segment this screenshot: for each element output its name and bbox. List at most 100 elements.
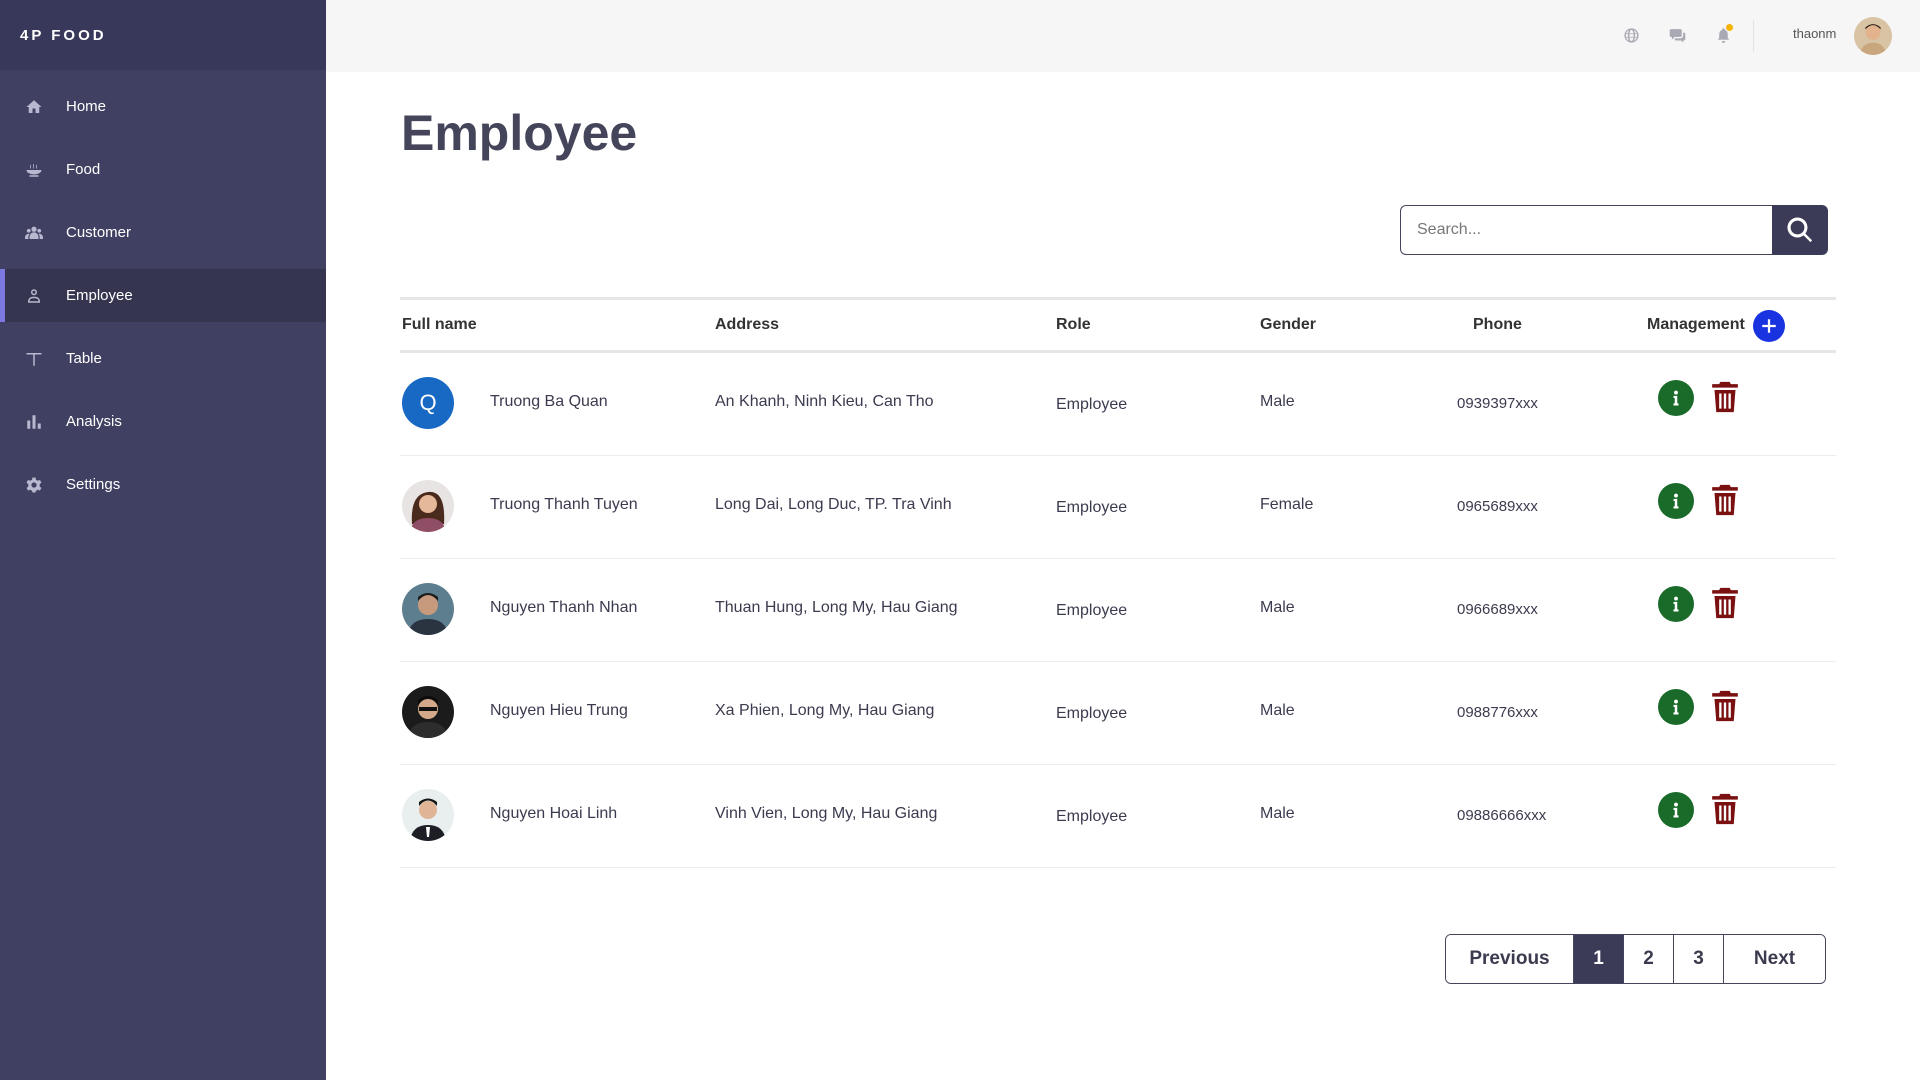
info-button[interactable]	[1658, 380, 1694, 416]
trash-icon	[1712, 484, 1738, 516]
table-row: Nguyen Hieu Trung Xa Phien, Long My, Hau…	[400, 662, 1836, 765]
topbar-divider	[1753, 20, 1754, 52]
employee-phone: 0966689xxx	[1457, 601, 1538, 618]
employee-gender: Male	[1260, 599, 1295, 616]
employee-gender: Male	[1260, 702, 1295, 719]
sidebar-item-food[interactable]: Food	[0, 143, 326, 196]
employee-name: Truong Thanh Tuyen	[490, 496, 638, 513]
delete-button[interactable]	[1710, 482, 1740, 518]
employee-phone: 09886666xxx	[1457, 807, 1547, 824]
plus-icon	[1762, 319, 1776, 333]
user-avatar[interactable]	[1854, 17, 1892, 55]
chat-icon[interactable]	[1666, 24, 1688, 46]
delete-button[interactable]	[1710, 688, 1740, 724]
employee-address: Long Dai, Long Duc, TP. Tra Vinh	[715, 496, 952, 513]
search-bar	[1400, 205, 1828, 255]
avatar	[402, 480, 454, 532]
sidebar: 4P FOOD Home Food Customer Employee Tabl…	[0, 0, 326, 1080]
employee-gender: Female	[1260, 496, 1314, 513]
bowl-icon	[24, 160, 44, 180]
table-row: Truong Thanh Tuyen Long Dai, Long Duc, T…	[400, 456, 1836, 559]
page-button-1[interactable]: 1	[1574, 935, 1624, 983]
notification-dot	[1726, 24, 1733, 31]
employee-phone: 0988776xxx	[1457, 704, 1538, 721]
trash-icon	[1712, 690, 1738, 722]
employee-phone: 0965689xxx	[1457, 498, 1538, 515]
search-button[interactable]	[1772, 205, 1828, 255]
employee-table: Full name Address Role Gender Phone Mana…	[400, 297, 1836, 868]
info-button[interactable]	[1658, 483, 1694, 519]
brand-logo[interactable]: 4P FOOD	[0, 0, 326, 70]
sidebar-item-home[interactable]: Home	[0, 80, 326, 133]
employee-gender: Male	[1260, 393, 1295, 410]
header-phone: Phone	[1473, 316, 1522, 333]
bar-chart-icon	[24, 412, 44, 432]
info-icon	[1673, 802, 1679, 818]
header-gender: Gender	[1260, 316, 1317, 333]
employee-address: Vinh Vien, Long My, Hau Giang	[715, 805, 938, 822]
sidebar-item-label: Table	[66, 350, 102, 367]
info-icon	[1673, 596, 1679, 612]
sidebar-item-label: Home	[66, 98, 107, 115]
info-button[interactable]	[1658, 689, 1694, 725]
trash-icon	[1712, 381, 1738, 413]
employee-phone: 0939397xxx	[1457, 395, 1538, 412]
page-button-3[interactable]: 3	[1674, 935, 1724, 983]
sidebar-item-analysis[interactable]: Analysis	[0, 395, 326, 448]
sidebar-nav: Home Food Customer Employee Table Analys…	[0, 80, 326, 511]
employee-address: Thuan Hung, Long My, Hau Giang	[715, 599, 958, 616]
delete-button[interactable]	[1710, 791, 1740, 827]
employee-name: Truong Ba Quan	[490, 393, 608, 410]
search-icon	[1787, 217, 1813, 243]
next-page-button[interactable]: Next	[1724, 935, 1825, 983]
gear-icon	[24, 475, 44, 495]
table-icon	[24, 349, 44, 369]
employee-role: Employee	[1056, 602, 1128, 619]
bell-icon[interactable]	[1712, 24, 1734, 46]
table-row: Nguyen Thanh Nhan Thuan Hung, Long My, H…	[400, 559, 1836, 662]
employee-address: An Khanh, Ninh Kieu, Can Tho	[715, 393, 934, 410]
sidebar-item-label: Analysis	[66, 413, 122, 430]
employee-name: Nguyen Hoai Linh	[490, 805, 618, 822]
employee-role: Employee	[1056, 705, 1128, 722]
page-button-2[interactable]: 2	[1624, 935, 1674, 983]
header-role: Role	[1056, 316, 1091, 333]
delete-button[interactable]	[1710, 379, 1740, 415]
trash-icon	[1712, 793, 1738, 825]
table-row: Nguyen Hoai Linh Vinh Vien, Long My, Hau…	[400, 765, 1836, 868]
info-button[interactable]	[1658, 792, 1694, 828]
sidebar-item-customer[interactable]: Customer	[0, 206, 326, 259]
header-management: Management	[1647, 316, 1745, 333]
header-address: Address	[715, 316, 780, 333]
avatar	[402, 789, 454, 841]
user-icon	[24, 286, 44, 306]
topbar: thaonm	[326, 0, 1920, 72]
sidebar-item-label: Customer	[66, 224, 132, 241]
header-fullname: Full name	[402, 316, 477, 333]
table-row: Q Truong Ba Quan An Khanh, Ninh Kieu, Ca…	[400, 353, 1836, 456]
avatar: Q	[402, 377, 454, 429]
sidebar-item-label: Employee	[66, 287, 133, 304]
page-title: Employee	[401, 105, 638, 161]
previous-page-button[interactable]: Previous	[1446, 935, 1574, 983]
employee-role: Employee	[1056, 396, 1128, 413]
users-icon	[24, 223, 44, 243]
globe-icon[interactable]	[1620, 24, 1642, 46]
add-employee-button[interactable]	[1753, 310, 1785, 342]
employee-gender: Male	[1260, 805, 1295, 822]
info-icon	[1673, 493, 1679, 509]
sidebar-item-employee[interactable]: Employee	[0, 269, 326, 322]
table-header: Full name Address Role Gender Phone Mana…	[400, 297, 1836, 353]
delete-button[interactable]	[1710, 585, 1740, 621]
employee-name: Nguyen Hieu Trung	[490, 702, 628, 719]
username[interactable]: thaonm	[1793, 26, 1836, 41]
avatar	[402, 686, 454, 738]
sidebar-item-settings[interactable]: Settings	[0, 458, 326, 511]
sidebar-item-table[interactable]: Table	[0, 332, 326, 385]
employee-address: Xa Phien, Long My, Hau Giang	[715, 702, 935, 719]
sidebar-item-label: Food	[66, 161, 101, 178]
search-input[interactable]	[1400, 205, 1772, 255]
avatar	[402, 583, 454, 635]
employee-role: Employee	[1056, 499, 1128, 516]
info-button[interactable]	[1658, 586, 1694, 622]
